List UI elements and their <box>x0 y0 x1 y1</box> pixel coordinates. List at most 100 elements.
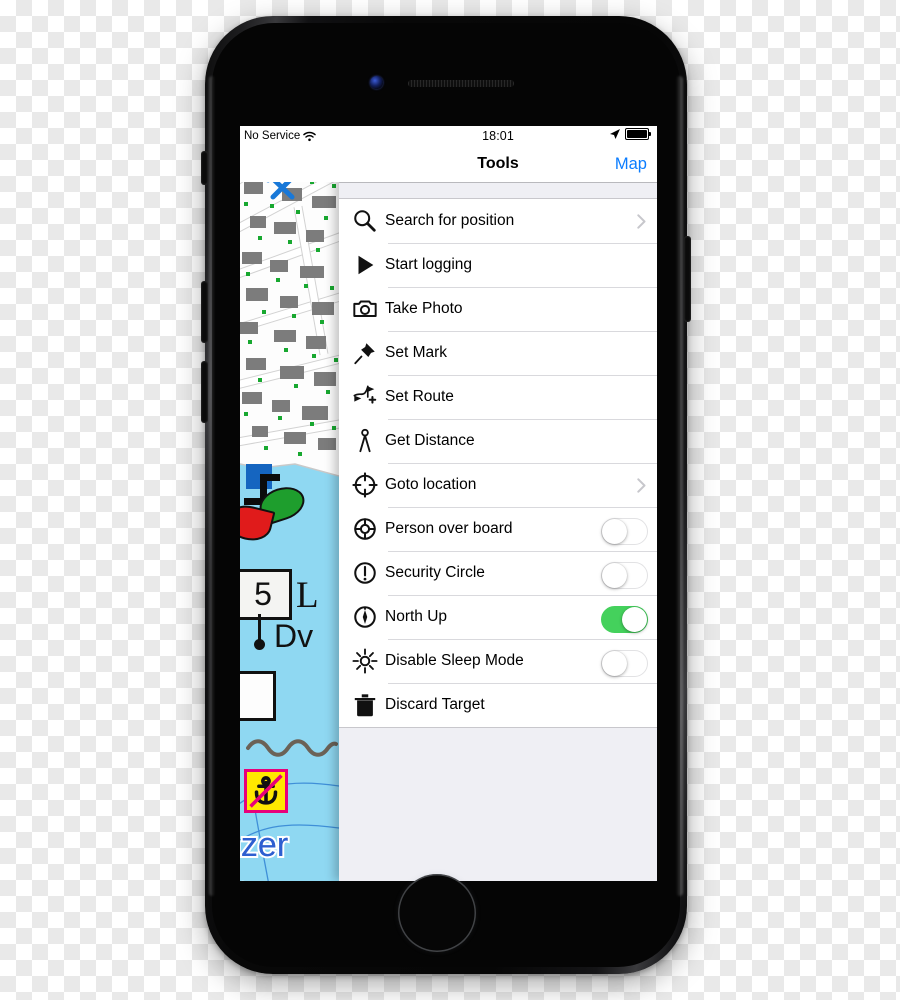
power-button[interactable] <box>684 236 691 322</box>
tools-list-row[interactable]: Start logging <box>339 243 657 287</box>
tools-list-row[interactable]: Get Distance <box>339 419 657 463</box>
list-bottom-separator <box>339 727 657 728</box>
carrier-label: No Service <box>244 130 301 142</box>
camera-icon <box>345 287 385 331</box>
camera-icon <box>353 300 377 317</box>
tools-list-row[interactable]: Take Photo <box>339 287 657 331</box>
volume-up-button[interactable] <box>201 361 208 423</box>
toggle-switch[interactable] <box>601 606 648 633</box>
page-title: Tools <box>477 155 519 172</box>
tools-list-row-label: Discard Target <box>385 696 485 713</box>
earpiece-speaker-icon <box>408 80 514 87</box>
trash-can-icon <box>354 694 376 717</box>
route-flags-plus-icon <box>353 385 377 404</box>
map-building <box>312 302 334 315</box>
tools-list-row[interactable]: Disable Sleep Mode <box>339 639 657 683</box>
home-button[interactable] <box>398 874 476 952</box>
map-building <box>306 230 324 242</box>
chevron-right-icon <box>637 463 646 507</box>
map-building <box>274 330 296 342</box>
nautical-map-strip[interactable]: 5 L Dv zer zer <box>240 126 339 881</box>
tools-list-row-label: Goto location <box>385 476 477 493</box>
tools-list-row[interactable]: Search for position <box>339 199 657 243</box>
toggle-knob <box>602 651 627 676</box>
compass-needle-icon <box>354 606 376 628</box>
compass-needle-icon <box>345 595 385 639</box>
sun-brightness-icon <box>345 639 385 683</box>
map-building <box>280 296 298 308</box>
map-building <box>252 426 268 437</box>
map-building <box>272 400 290 412</box>
tools-list-row-label: Start logging <box>385 256 473 273</box>
navigation-bar: Tools Map <box>339 146 657 183</box>
map-building <box>300 266 324 278</box>
map-building <box>244 182 263 194</box>
magnifier-icon <box>354 210 376 232</box>
phone-device-frame: 5 L Dv zer zer 18:01 Tools Map Search fo… <box>201 16 691 974</box>
tools-list-row[interactable]: Set Mark <box>339 331 657 375</box>
exclamation-circle-icon <box>354 562 376 584</box>
crosshair-icon <box>345 463 385 507</box>
lifebuoy-icon <box>345 507 385 551</box>
pushpin-icon <box>354 343 375 365</box>
map-building <box>246 358 266 370</box>
map-building <box>250 216 266 228</box>
map-road <box>293 205 329 356</box>
map-building <box>242 392 262 404</box>
map-building <box>280 366 304 379</box>
silent-switch-button[interactable] <box>201 151 208 185</box>
light-character-label: Dv <box>274 618 314 654</box>
map-building <box>242 252 262 264</box>
map-building <box>284 432 306 444</box>
tools-list-row[interactable]: Goto location <box>339 463 657 507</box>
front-camera-icon <box>370 76 383 89</box>
divider-caliper-icon <box>359 428 371 453</box>
map-building <box>318 438 336 450</box>
map-building <box>302 406 328 420</box>
map-building <box>312 196 336 208</box>
trash-can-icon <box>345 683 385 727</box>
no-anchoring-sign-icon <box>244 769 288 813</box>
magnifier-icon <box>345 199 385 243</box>
map-building <box>306 336 326 349</box>
tools-list-row-label: Set Route <box>385 388 454 405</box>
wifi-icon <box>303 131 316 141</box>
depth-sounding-box: 5 <box>240 569 292 620</box>
battery-level <box>627 130 647 138</box>
toggle-knob <box>602 563 627 588</box>
play-triangle-icon <box>358 255 374 275</box>
battery-cap <box>649 132 651 136</box>
status-bar: 18:01 <box>339 126 657 146</box>
map-building <box>240 322 258 334</box>
depth-position-dot <box>254 639 265 650</box>
tools-list-row-label: Get Distance <box>385 432 475 449</box>
depth-stem <box>258 614 261 642</box>
volume-down-button[interactable] <box>201 281 208 343</box>
map-building <box>274 222 296 234</box>
tools-list-row[interactable]: Discard Target <box>339 683 657 727</box>
map-water-area: 5 L Dv zer zer <box>240 456 339 881</box>
tools-list-row[interactable]: Set Route <box>339 375 657 419</box>
toggle-switch[interactable] <box>601 518 648 545</box>
location-arrow-icon <box>610 129 620 139</box>
map-white-box-symbol <box>240 671 276 721</box>
toggle-knob <box>622 607 647 632</box>
tools-list-row[interactable]: Security Circle <box>339 551 657 595</box>
map-toolbar-area <box>240 146 339 182</box>
pushpin-icon <box>345 331 385 375</box>
crosshair-icon <box>352 472 378 498</box>
tools-list-row-label: Set Mark <box>385 344 448 361</box>
list-top-gap <box>339 183 657 198</box>
exclamation-circle-icon <box>345 551 385 595</box>
place-label-fill: er <box>240 871 244 881</box>
lifebuoy-icon <box>354 518 376 540</box>
sun-brightness-icon <box>352 648 378 674</box>
tools-list-row[interactable]: Person over board <box>339 507 657 551</box>
chevron-right-icon <box>637 199 646 243</box>
toggle-switch[interactable] <box>601 562 648 589</box>
toggle-switch[interactable] <box>601 650 648 677</box>
tools-list-row[interactable]: North Up <box>339 595 657 639</box>
map-button[interactable]: Map <box>615 146 647 182</box>
tools-panel: 18:01 Tools Map Search for position Start… <box>339 126 657 881</box>
tools-list-row-label: Take Photo <box>385 300 463 317</box>
